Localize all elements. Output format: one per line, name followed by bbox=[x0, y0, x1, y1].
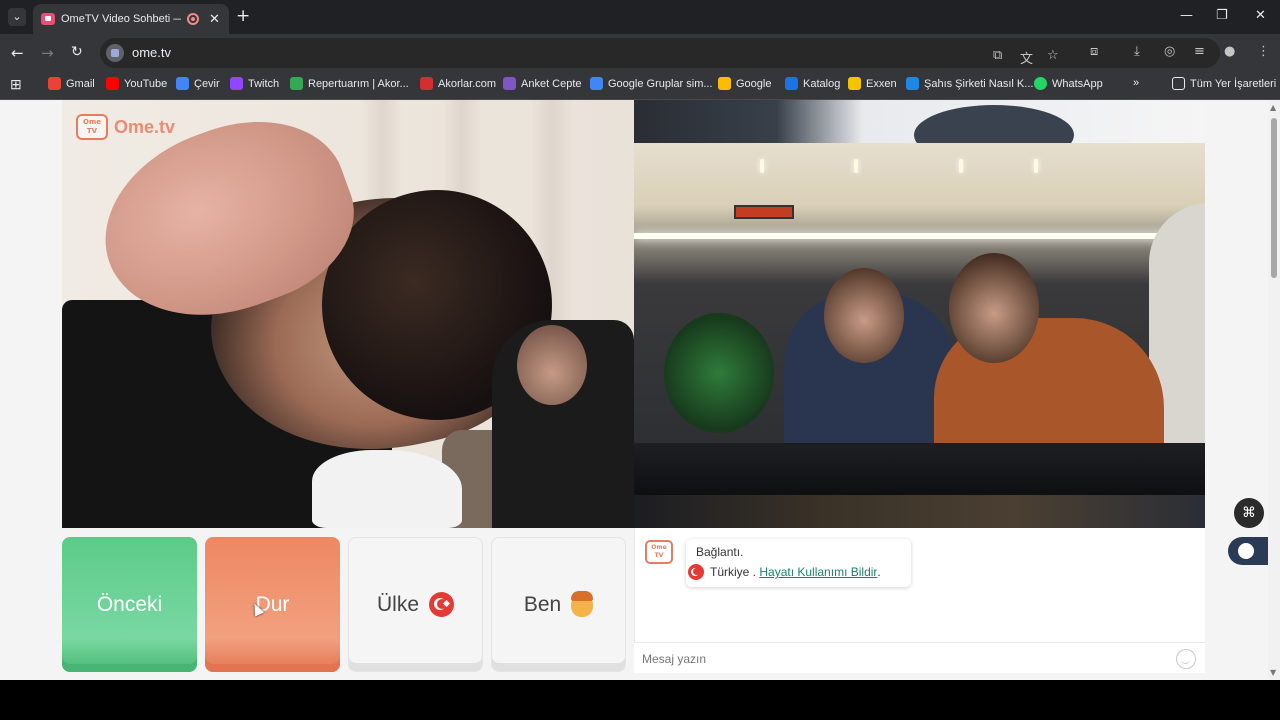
ometv-logo: Ome TV Ome.tv bbox=[76, 114, 175, 140]
bookmark-star-icon[interactable]: ☆ bbox=[1047, 48, 1059, 63]
more-bookmarks-icon[interactable]: » bbox=[1133, 77, 1139, 89]
turkey-flag-icon bbox=[688, 564, 704, 580]
repertuar-icon bbox=[290, 77, 303, 90]
ometv-page: Ome TV Ome.tv Önceki Dur Ülke Ben Ome TV bbox=[0, 100, 1268, 680]
turkey-flag-icon bbox=[429, 592, 454, 617]
previous-button[interactable]: Önceki bbox=[62, 537, 197, 672]
bookmarks-bar: ⊞ Gmail YouTube Çevir Twitch Repertuarım… bbox=[0, 72, 1280, 100]
bookmark-twitch[interactable]: Twitch bbox=[230, 77, 279, 90]
scroll-down-icon[interactable]: ▼ bbox=[1270, 668, 1276, 677]
connection-status: Bağlantı. bbox=[696, 545, 744, 559]
close-window-icon[interactable]: ✕ bbox=[1255, 8, 1266, 23]
country-button[interactable]: Ülke bbox=[348, 537, 483, 672]
bookmark-anket[interactable]: Anket Cepte bbox=[503, 77, 582, 90]
remote-video bbox=[634, 100, 1205, 528]
back-icon[interactable]: ← bbox=[11, 44, 24, 62]
scroll-up-icon[interactable]: ▲ bbox=[1270, 103, 1276, 112]
system-message: Bağlantı. Türkiye . Hayatı Kullanımı Bil… bbox=[686, 539, 911, 587]
bookmark-sahis[interactable]: Şahıs Şirketi Nasıl K... bbox=[906, 77, 1033, 90]
close-tab-icon[interactable]: ✕ bbox=[209, 12, 220, 27]
youtube-icon bbox=[106, 77, 119, 90]
ometv-favicon-icon bbox=[41, 13, 55, 25]
all-bookmarks[interactable]: Tüm Yer İşaretleri bbox=[1172, 77, 1276, 90]
bookmark-translate[interactable]: Çevir bbox=[176, 77, 220, 90]
bookmark-whatsapp[interactable]: WhatsApp bbox=[1034, 77, 1103, 90]
bookmark-google-groups[interactable]: Google Gruplar sim... bbox=[590, 77, 713, 90]
emoji-picker-icon[interactable] bbox=[1176, 649, 1196, 669]
country-name: Türkiye . bbox=[710, 565, 757, 579]
stop-button[interactable]: Dur bbox=[205, 537, 340, 672]
maximize-icon[interactable]: ❐ bbox=[1216, 8, 1228, 23]
katalog-icon bbox=[785, 77, 798, 90]
ometv-avatar-icon: Ome TV bbox=[645, 540, 673, 564]
tab-strip: ⌄ OmeTV Video Sohbeti — O ✕ + — ❐ ✕ bbox=[0, 0, 1280, 34]
gmail-icon bbox=[48, 77, 61, 90]
bookmark-youtube[interactable]: YouTube bbox=[106, 77, 167, 90]
tv-logo-icon: Ome TV bbox=[76, 114, 108, 140]
sahis-icon bbox=[906, 77, 919, 90]
bottom-black-bar bbox=[0, 680, 1280, 720]
akorlar-icon bbox=[420, 77, 433, 90]
bookmark-repertuar[interactable]: Repertuarım | Akor... bbox=[290, 77, 409, 90]
tab-title: OmeTV Video Sohbeti — O bbox=[61, 13, 181, 25]
site-info-icon[interactable] bbox=[106, 44, 124, 62]
cast-icon[interactable]: ⧉ bbox=[993, 48, 1002, 63]
bookmark-exxen[interactable]: Exxen bbox=[848, 77, 897, 90]
apps-grid-icon[interactable]: ⊞ bbox=[10, 76, 22, 93]
me-button[interactable]: Ben bbox=[491, 537, 626, 672]
twitch-icon bbox=[230, 77, 243, 90]
tab-search-icon[interactable]: ⌄ bbox=[8, 8, 26, 26]
logo-text: Ome.tv bbox=[114, 116, 176, 137]
performance-icon[interactable]: ◎ bbox=[1164, 44, 1175, 59]
extensions-icon[interactable]: ⧈ bbox=[1090, 44, 1098, 59]
google-icon bbox=[718, 77, 731, 90]
local-video bbox=[62, 100, 634, 528]
bookmark-katalog[interactable]: Katalog bbox=[785, 77, 840, 90]
translate-icon bbox=[176, 77, 189, 90]
page-scrollbar[interactable]: ▲ ▼ bbox=[1268, 100, 1280, 680]
message-input-area bbox=[634, 642, 1205, 673]
boy-emoji-icon bbox=[571, 590, 594, 617]
forward-icon[interactable]: → bbox=[41, 44, 54, 62]
menu-icon[interactable]: ⋮ bbox=[1257, 44, 1270, 59]
extension-float-icon[interactable] bbox=[1228, 537, 1268, 565]
url-text[interactable]: ome.tv bbox=[132, 45, 171, 60]
groups-icon bbox=[590, 77, 603, 90]
translate-icon[interactable]: 文 bbox=[1020, 48, 1033, 67]
media-icon[interactable]: ≡ bbox=[1194, 44, 1205, 59]
new-tab-icon[interactable]: + bbox=[236, 6, 250, 26]
folder-icon bbox=[1172, 77, 1185, 90]
download-icon[interactable]: ⤓ bbox=[1134, 44, 1140, 59]
whatsapp-icon bbox=[1034, 77, 1047, 90]
browser-toolbar: ← → ↻ ome.tv ⧉ 文 ☆ ⧈ ⤓ ◎ ≡ ● ⋮ bbox=[0, 34, 1280, 72]
report-abuse-link[interactable]: Hayatı Kullanımı Bildir bbox=[759, 565, 877, 579]
recording-icon bbox=[187, 13, 199, 25]
bookmark-google[interactable]: Google bbox=[718, 77, 771, 90]
scroll-thumb[interactable] bbox=[1271, 118, 1277, 278]
reload-icon[interactable]: ↻ bbox=[71, 44, 83, 60]
link-suffix: . bbox=[877, 565, 881, 579]
profile-avatar-icon[interactable]: ● bbox=[1224, 44, 1235, 59]
anket-icon bbox=[503, 77, 516, 90]
message-input[interactable] bbox=[642, 649, 1162, 669]
shortcut-icon[interactable]: ⌘ bbox=[1234, 498, 1264, 528]
address-bar[interactable]: ome.tv ⧉ 文 ☆ bbox=[100, 38, 1220, 68]
bookmark-akorlar[interactable]: Akorlar.com bbox=[420, 77, 496, 90]
exxen-icon bbox=[848, 77, 861, 90]
bookmark-gmail[interactable]: Gmail bbox=[48, 77, 95, 90]
minimize-icon[interactable]: — bbox=[1180, 8, 1193, 23]
active-tab[interactable]: OmeTV Video Sohbeti — O ✕ bbox=[33, 4, 229, 34]
